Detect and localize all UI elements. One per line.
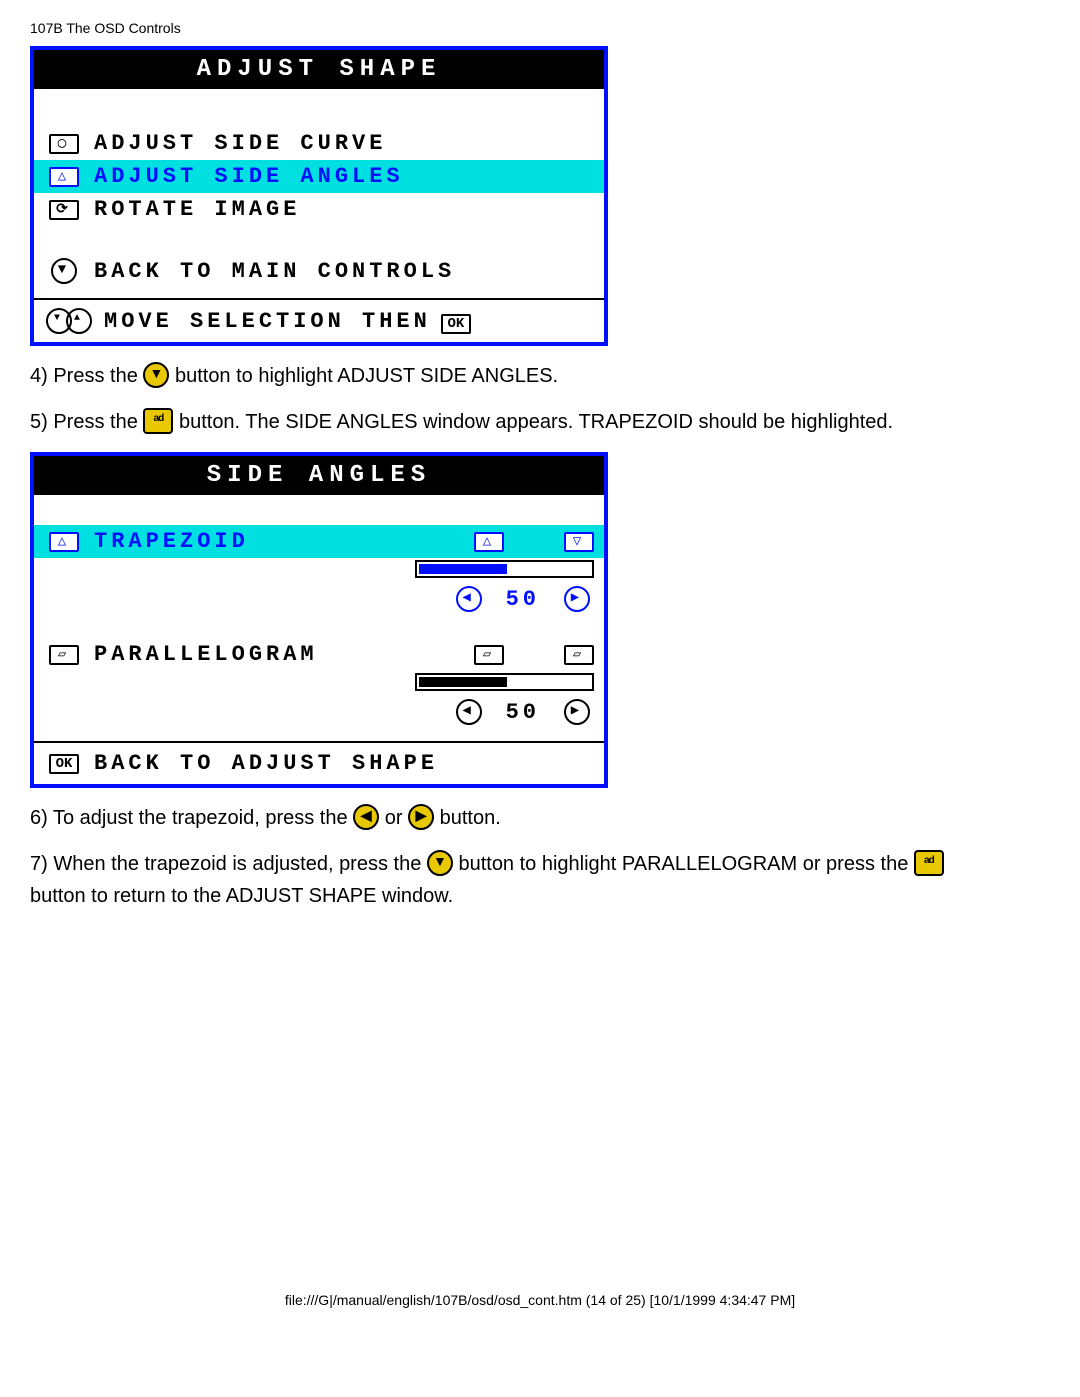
menu-item-adjust-side-angles[interactable]: △ ADJUST SIDE ANGLES (34, 160, 604, 193)
back-label: BACK TO ADJUST SHAPE (94, 751, 438, 776)
text: button to highlight ADJUST SIDE ANGLES. (175, 365, 558, 387)
text: button to return to the ADJUST SHAPE win… (30, 885, 453, 907)
row-trapezoid[interactable]: △ TRAPEZOID △ ▽ (34, 525, 604, 558)
text: 7) When the trapezoid is adjusted, press… (30, 853, 427, 875)
slider-track[interactable] (415, 673, 594, 691)
text: 4) Press the (30, 365, 143, 387)
step-6: 6) To adjust the trapezoid, press the ◀ … (30, 802, 1050, 834)
footer-label: MOVE SELECTION THEN (104, 309, 431, 334)
row-label: TRAPEZOID (94, 529, 464, 554)
menu-label: BACK TO MAIN CONTROLS (94, 259, 594, 284)
left-button-icon[interactable]: ◀ (456, 699, 482, 725)
osd-footer-back[interactable]: OK BACK TO ADJUST SHAPE (34, 743, 604, 784)
menu-label: ADJUST SIDE ANGLES (94, 164, 594, 189)
rotate-icon: ⟳ (44, 200, 84, 220)
menu-label: ROTATE IMAGE (94, 197, 594, 222)
osd-body: △ TRAPEZOID △ ▽ ◀ 50 ▶ ▱ PARALLELOGRAM ▱… (34, 495, 604, 784)
shape-left-icon: ▱ (474, 645, 504, 665)
row-parallelogram[interactable]: ▱ PARALLELOGRAM ▱ ▱ (34, 638, 604, 671)
ok-button-icon: ad (143, 408, 173, 434)
up-down-icon: ▼▲ (44, 308, 94, 334)
osd-body: ◯ ADJUST SIDE CURVE △ ADJUST SIDE ANGLES… (34, 89, 604, 342)
row-label: PARALLELOGRAM (94, 642, 464, 667)
menu-label: ADJUST SIDE CURVE (94, 131, 594, 156)
osd-footer: ▼▲ MOVE SELECTION THEN OK (34, 300, 604, 342)
down-button-icon: ▼ (143, 362, 169, 388)
text: or (385, 807, 408, 829)
side-angles-icon: △ (44, 167, 84, 187)
parallelogram-icon: ▱ (44, 645, 84, 665)
side-curve-icon: ◯ (44, 134, 84, 154)
text: button to highlight PARALLELOGRAM or pre… (458, 853, 913, 875)
osd-side-angles: SIDE ANGLES △ TRAPEZOID △ ▽ ◀ 50 ▶ ▱ PAR… (30, 452, 608, 788)
step-4: 4) Press the ▼ button to highlight ADJUS… (30, 360, 1050, 392)
left-button-icon: ◀ (353, 804, 379, 830)
value: 50 (506, 587, 540, 612)
value: 50 (506, 700, 540, 725)
text: button. (440, 807, 501, 829)
shape-right-icon: ▱ (564, 645, 594, 665)
step-5: 5) Press the ad button. The SIDE ANGLES … (30, 406, 1050, 438)
page-header: 107B The OSD Controls (30, 20, 1050, 36)
left-button-icon[interactable]: ◀ (456, 586, 482, 612)
trapezoid-icon: △ (44, 532, 84, 552)
ok-icon: OK (44, 754, 84, 774)
text: button. The SIDE ANGLES window appears. … (179, 411, 893, 433)
osd-adjust-shape: ADJUST SHAPE ◯ ADJUST SIDE CURVE △ ADJUS… (30, 46, 608, 346)
menu-item-rotate-image[interactable]: ⟳ ROTATE IMAGE (34, 193, 604, 226)
trapezoid-controls: ◀ 50 ▶ (34, 580, 604, 618)
menu-item-back-main[interactable]: ▼ BACK TO MAIN CONTROLS (34, 254, 604, 288)
shape-right-icon: ▽ (564, 532, 594, 552)
text: 6) To adjust the trapezoid, press the (30, 807, 353, 829)
right-button-icon[interactable]: ▶ (564, 699, 590, 725)
ok-icon: OK (441, 309, 471, 334)
osd-title: ADJUST SHAPE (34, 50, 604, 89)
down-circle-icon: ▼ (44, 258, 84, 284)
parallelogram-controls: ◀ 50 ▶ (34, 693, 604, 731)
shape-left-icon: △ (474, 532, 504, 552)
step-7: 7) When the trapezoid is adjusted, press… (30, 848, 1050, 912)
slider-track[interactable] (415, 560, 594, 578)
ok-button-icon: ad (914, 850, 944, 876)
page-footer: file:///G|/manual/english/107B/osd/osd_c… (30, 1292, 1050, 1308)
menu-item-adjust-side-curve[interactable]: ◯ ADJUST SIDE CURVE (34, 127, 604, 160)
osd-title: SIDE ANGLES (34, 456, 604, 495)
down-button-icon: ▼ (427, 850, 453, 876)
right-button-icon: ▶ (408, 804, 434, 830)
right-button-icon[interactable]: ▶ (564, 586, 590, 612)
parallelogram-slider (34, 671, 604, 693)
text: 5) Press the (30, 411, 143, 433)
trapezoid-slider (34, 558, 604, 580)
